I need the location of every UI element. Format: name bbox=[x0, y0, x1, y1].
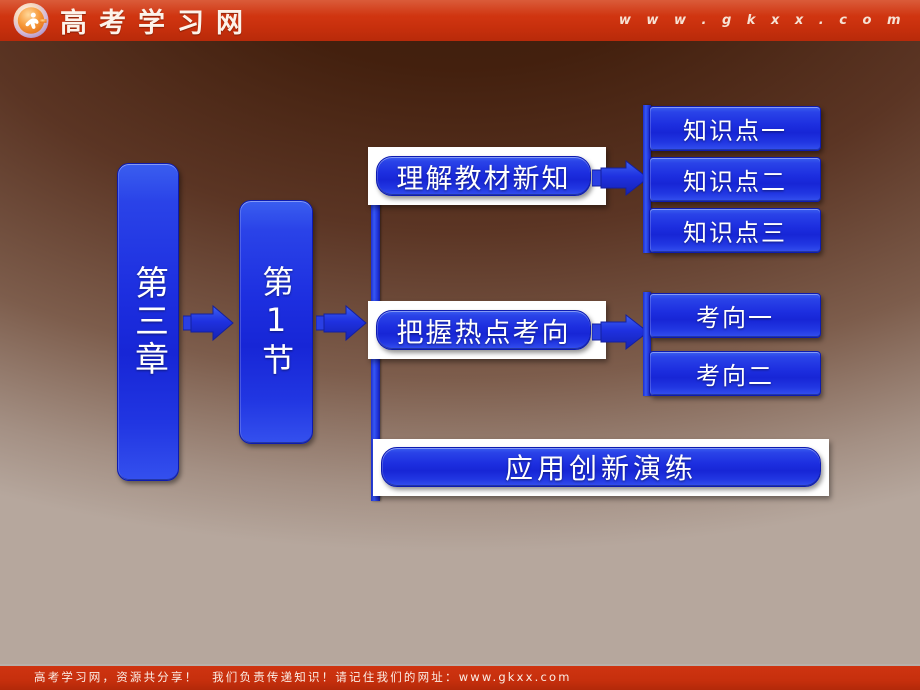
node-chapter[interactable]: 第三章 bbox=[117, 163, 179, 481]
node-knowledge-point-3[interactable]: 知识点三 bbox=[649, 208, 821, 253]
node-branch-understand[interactable]: 理解教材新知 bbox=[376, 156, 591, 196]
brand-name: 高考学习网 bbox=[60, 8, 255, 39]
arrow-right-icon-chapter-to-section bbox=[183, 303, 235, 343]
brand-website: w w w . g k x x . c o m bbox=[618, 13, 906, 28]
gkxx-circle-logo-icon bbox=[12, 2, 50, 39]
node-exam-focus-2[interactable]: 考向二 bbox=[649, 351, 821, 396]
arrow-right-icon-understand bbox=[592, 157, 650, 199]
node-exam-focus-1[interactable]: 考向一 bbox=[649, 293, 821, 338]
node-branch-exam-focus[interactable]: 把握热点考向 bbox=[376, 310, 591, 350]
node-knowledge-point-1[interactable]: 知识点一 bbox=[649, 106, 821, 151]
node-branch-practice[interactable]: 应用创新演练 bbox=[381, 447, 821, 487]
arrow-right-icon-section-to-branches bbox=[316, 303, 368, 343]
slide-canvas: 高考学习网 w w w . g k x x . c o m 第三章 第1节 理解… bbox=[0, 0, 920, 690]
arrow-right-icon-exam-focus bbox=[592, 311, 650, 353]
site-header: 高考学习网 w w w . g k x x . c o m bbox=[0, 0, 920, 41]
footer-message: 高考学习网，资源共分享！ 我们负责传递知识！请记住我们的网址：www.gkxx.… bbox=[34, 670, 572, 684]
site-footer: 高考学习网，资源共分享！ 我们负责传递知识！请记住我们的网址：www.gkxx.… bbox=[0, 664, 920, 690]
node-knowledge-point-2[interactable]: 知识点二 bbox=[649, 157, 821, 202]
node-section[interactable]: 第1节 bbox=[239, 200, 313, 444]
